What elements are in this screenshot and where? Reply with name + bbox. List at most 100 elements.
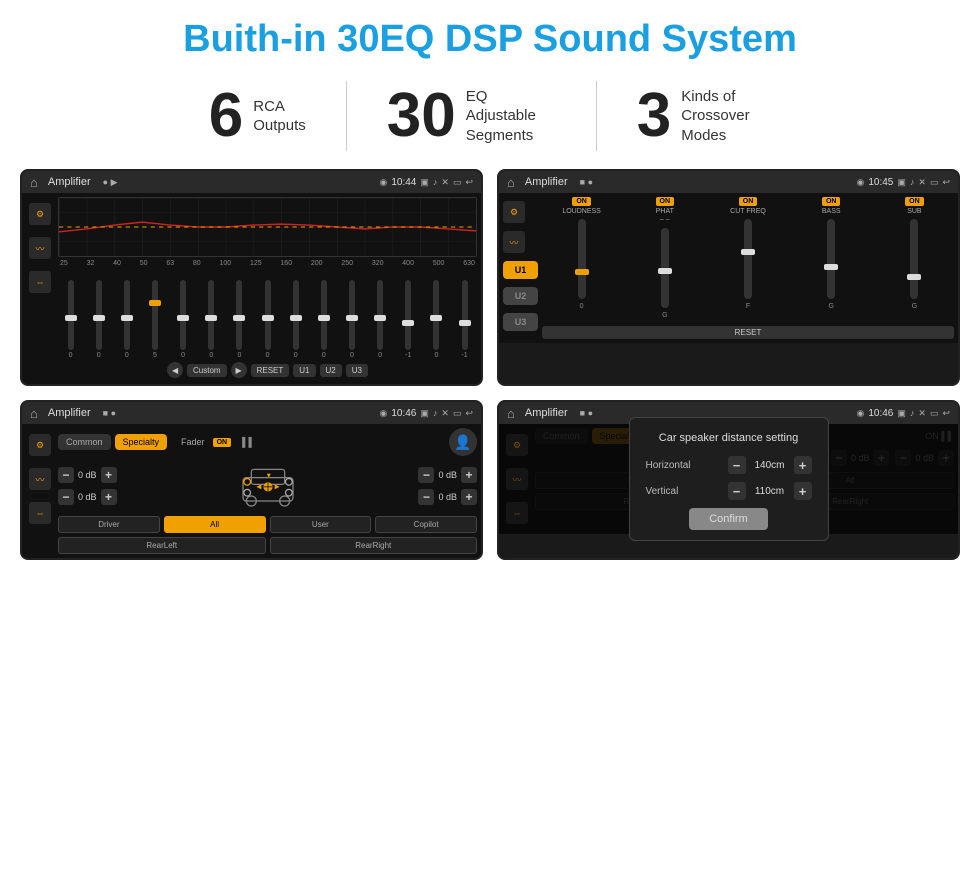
cross-main-area: Common Specialty Fader ON ▌▌ 👤 bbox=[58, 428, 477, 554]
eq-val-5: 0 bbox=[209, 352, 213, 359]
plus-tl[interactable]: + bbox=[101, 467, 117, 483]
sub-slider[interactable] bbox=[910, 219, 918, 299]
db-tr: 0 dB bbox=[438, 470, 457, 480]
db-tl: 0 dB bbox=[78, 470, 97, 480]
eq-thumb-1 bbox=[93, 315, 105, 321]
eq-filter-icon[interactable]: ⚙ bbox=[29, 203, 51, 225]
plus-tr[interactable]: + bbox=[461, 467, 477, 483]
eq-reset-btn[interactable]: RESET bbox=[251, 364, 290, 377]
eq-slider-0[interactable]: 0 bbox=[58, 280, 83, 359]
eq-slider-6[interactable]: 0 bbox=[227, 280, 252, 359]
cross-filter-icon[interactable]: ⚙ bbox=[29, 434, 51, 456]
driver-btn[interactable]: Driver bbox=[58, 516, 160, 533]
amp2-u2-btn[interactable]: U2 bbox=[503, 287, 538, 305]
amp2-u3-btn[interactable]: U3 bbox=[503, 313, 538, 331]
all-btn[interactable]: All bbox=[164, 516, 266, 533]
plus-bl[interactable]: + bbox=[101, 489, 117, 505]
eq-u3-btn[interactable]: U3 bbox=[346, 364, 368, 377]
time-1: 10:44 bbox=[391, 177, 416, 188]
dialog-vertical-minus[interactable]: − bbox=[728, 482, 746, 500]
eq-slider-13[interactable]: 0 bbox=[424, 280, 449, 359]
eq-val-0: 0 bbox=[69, 352, 73, 359]
eq-custom-btn[interactable]: Custom bbox=[187, 364, 227, 377]
dialog-horizontal-plus[interactable]: + bbox=[794, 456, 812, 474]
stat-eq-label: EQ AdjustableSegments bbox=[466, 87, 556, 146]
eq-slider-7[interactable]: 0 bbox=[255, 280, 280, 359]
eq-slider-8[interactable]: 0 bbox=[283, 280, 308, 359]
cross-wave-icon[interactable]: 〰 bbox=[29, 468, 51, 490]
camera-icon-1: ▣ bbox=[420, 177, 429, 188]
eq-track-2 bbox=[124, 280, 130, 350]
eq-slider-1[interactable]: 0 bbox=[86, 280, 111, 359]
dialog-vertical-controls: − 110cm + bbox=[728, 482, 812, 500]
eq-val-3: 5 bbox=[153, 352, 157, 359]
rearright-btn[interactable]: RearRight bbox=[270, 537, 478, 554]
eq-slider-4[interactable]: 0 bbox=[171, 280, 196, 359]
eq-thumb-4 bbox=[177, 315, 189, 321]
minus-tr[interactable]: − bbox=[418, 467, 434, 483]
eq-next-btn[interactable]: ▶ bbox=[231, 362, 247, 378]
eq-slider-9[interactable]: 0 bbox=[311, 280, 336, 359]
minus-bl[interactable]: − bbox=[58, 489, 74, 505]
eq-slider-11[interactable]: 0 bbox=[368, 280, 393, 359]
status-bar-3: ⌂ Amplifier ■ ● ◉ 10:46 ▣ ♪ ✕ ▭ ↩ bbox=[22, 402, 481, 424]
app-name-1: Amplifier bbox=[48, 176, 91, 188]
eq-slider-5[interactable]: 0 bbox=[199, 280, 224, 359]
person-icon[interactable]: 👤 bbox=[449, 428, 477, 456]
minus-tl[interactable]: − bbox=[58, 467, 74, 483]
bass-slider[interactable] bbox=[827, 219, 835, 299]
eq-slider-14[interactable]: -1 bbox=[452, 280, 477, 359]
status-bar-1: ⌂ Amplifier ● ▶ ◉ 10:44 ▣ ♪ ✕ ▭ ↩ bbox=[22, 171, 481, 193]
phat-slider[interactable] bbox=[661, 228, 669, 308]
eq-slider-3[interactable]: 5 bbox=[142, 280, 167, 359]
bass-label: BASS bbox=[822, 208, 841, 215]
rearleft-btn[interactable]: RearLeft bbox=[58, 537, 266, 554]
eq-slider-12[interactable]: -1 bbox=[396, 280, 421, 359]
cross-expand-icon[interactable]: ⇔ bbox=[29, 502, 51, 524]
svg-text:▶: ▶ bbox=[274, 484, 280, 491]
amp2-wave-icon[interactable]: 〰 bbox=[503, 231, 525, 253]
dialog-confirm-btn[interactable]: Confirm bbox=[689, 508, 768, 530]
cross-tab-specialty[interactable]: Specialty bbox=[115, 434, 168, 450]
eq-slider-2[interactable]: 0 bbox=[114, 280, 139, 359]
dialog-vertical-plus[interactable]: + bbox=[794, 482, 812, 500]
eq-thumb-5 bbox=[205, 315, 217, 321]
dialog-horizontal-minus[interactable]: − bbox=[728, 456, 746, 474]
amp2-filter-icon[interactable]: ⚙ bbox=[503, 201, 525, 223]
home-icon-2: ⌂ bbox=[507, 175, 515, 190]
eq-slider-10[interactable]: 0 bbox=[339, 280, 364, 359]
fader-bars: ▌▌ bbox=[242, 437, 255, 447]
minus-br[interactable]: − bbox=[418, 489, 434, 505]
loudness-slider[interactable] bbox=[578, 219, 586, 299]
eq-wave-icon[interactable]: 〰 bbox=[29, 237, 51, 259]
eq-thumb-12 bbox=[402, 320, 414, 326]
location-icon-3: ◉ bbox=[379, 408, 387, 419]
phat-val: G bbox=[662, 312, 667, 319]
dialog-horizontal-value: 140cm bbox=[750, 460, 790, 471]
user-btn[interactable]: User bbox=[270, 516, 372, 533]
eq-expand-icon[interactable]: ⇔ bbox=[29, 271, 51, 293]
amp2-u1-btn[interactable]: U1 bbox=[503, 261, 538, 279]
eq-thumb-6 bbox=[233, 315, 245, 321]
right-levels: − 0 dB + − 0 dB + bbox=[418, 467, 477, 505]
location-icon-2: ◉ bbox=[856, 177, 864, 188]
copilot-btn[interactable]: Copilot bbox=[375, 516, 477, 533]
amp2-reset-btn[interactable]: RESET bbox=[542, 326, 954, 339]
status-icons-2: ◉ 10:45 ▣ ♪ ✕ ▭ ↩ bbox=[856, 177, 950, 188]
loudness-on: ON bbox=[572, 197, 591, 206]
stat-crossover: 3 Kinds ofCrossover Modes bbox=[597, 85, 811, 147]
app-name-2: Amplifier bbox=[525, 176, 568, 188]
loudness-val: 0 bbox=[580, 303, 584, 310]
eq-u2-btn[interactable]: U2 bbox=[320, 364, 342, 377]
eq-content: ⚙ 〰 ⇔ bbox=[22, 193, 481, 384]
eq-track-1 bbox=[96, 280, 102, 350]
eq-u1-btn[interactable]: U1 bbox=[293, 364, 315, 377]
vol-icon-2: ♪ bbox=[910, 177, 915, 187]
eq-track-13 bbox=[433, 280, 439, 350]
cross-tab-common[interactable]: Common bbox=[58, 434, 111, 450]
svg-text:▼: ▼ bbox=[265, 473, 272, 480]
eq-prev-btn[interactable]: ◀ bbox=[167, 362, 183, 378]
cutfreq-on: ON bbox=[739, 197, 758, 206]
cutfreq-slider[interactable] bbox=[744, 219, 752, 299]
plus-br[interactable]: + bbox=[461, 489, 477, 505]
